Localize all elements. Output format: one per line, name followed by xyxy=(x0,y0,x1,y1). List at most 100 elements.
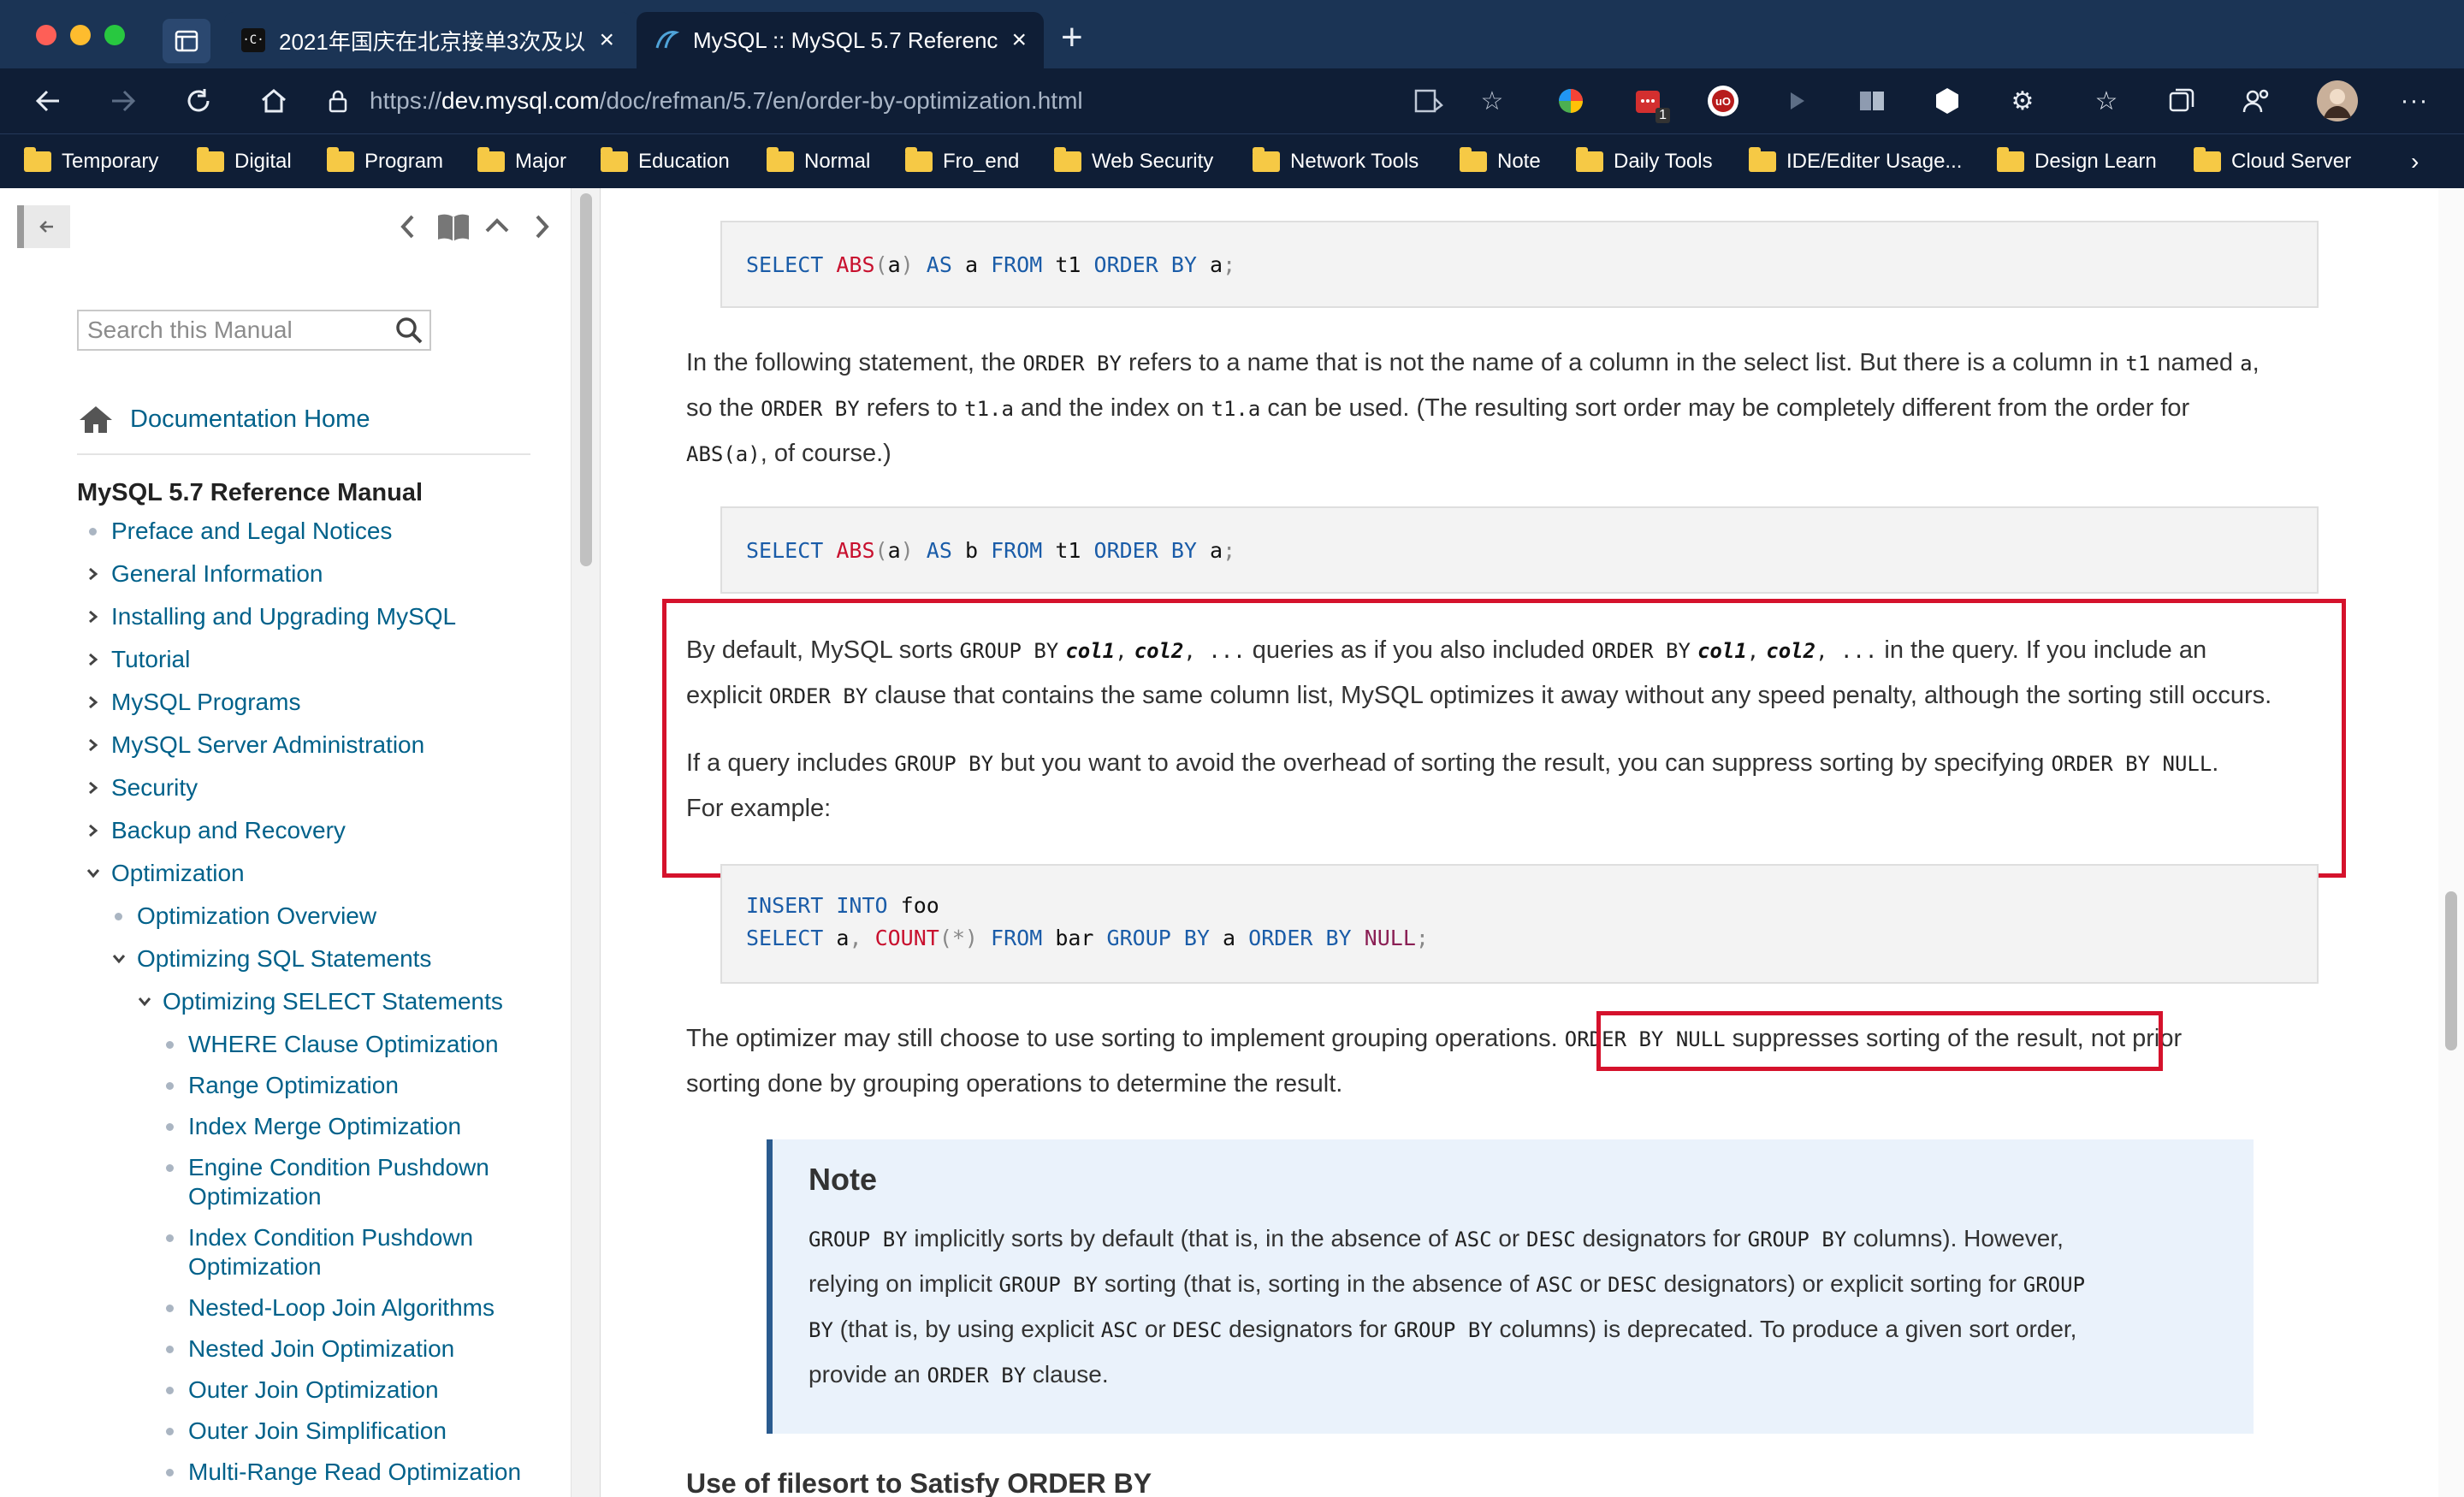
tab-close-icon[interactable]: × xyxy=(1011,27,1027,53)
chevron-down-icon[interactable] xyxy=(111,951,127,967)
text: or xyxy=(1573,1270,1608,1297)
tab-actions-button[interactable] xyxy=(163,19,210,63)
code-token: AS xyxy=(926,252,952,277)
toc-item[interactable]: Engine Condition Pushdown Optimization xyxy=(166,1153,489,1211)
search-manual-input[interactable]: Search this Manual xyxy=(77,310,431,351)
manual-contents-button[interactable] xyxy=(436,210,471,247)
toc-item[interactable]: Preface and Legal Notices xyxy=(89,517,392,546)
chevron-down-icon[interactable] xyxy=(86,866,101,881)
toc-item[interactable]: WHERE Clause Optimization xyxy=(166,1030,499,1059)
bookmark-folder[interactable]: Education xyxy=(601,146,730,177)
play-button[interactable] xyxy=(1778,82,1815,120)
favorites-button[interactable]: ☆ xyxy=(2088,82,2125,120)
search-icon[interactable] xyxy=(394,315,424,346)
close-window-button[interactable] xyxy=(36,25,56,45)
previous-page-button[interactable] xyxy=(397,212,419,246)
content-scrollbar-thumb[interactable] xyxy=(2445,891,2457,1050)
bookmark-folder[interactable]: Temporary xyxy=(24,146,158,177)
collections-button[interactable] xyxy=(2163,82,2200,120)
extensions-button[interactable]: ⚙ xyxy=(2004,82,2041,120)
bookmark-folder[interactable]: Major xyxy=(477,146,566,177)
toc-item[interactable]: MySQL Programs xyxy=(89,688,300,717)
lock-icon[interactable] xyxy=(325,88,351,114)
toc-item[interactable]: Installing and Upgrading MySQL xyxy=(89,602,456,631)
bookmark-folder[interactable]: Network Tools xyxy=(1253,146,1419,177)
next-page-button[interactable] xyxy=(530,212,553,246)
toc-item[interactable]: Tutorial xyxy=(89,645,190,674)
extension-todo-button[interactable]: 1 xyxy=(1629,82,1670,123)
bookmark-folder[interactable]: IDE/Editer Usage... xyxy=(1749,146,1962,177)
tab-active[interactable]: MySQL :: MySQL 5.7 Reference Manual × xyxy=(637,12,1044,68)
add-favorite-button[interactable]: ☆ xyxy=(1473,82,1511,120)
home-button[interactable] xyxy=(253,80,294,121)
toc-item[interactable]: Nested Join Optimization xyxy=(166,1334,454,1364)
toc-item[interactable]: Nested-Loop Join Algorithms xyxy=(166,1293,495,1322)
toc-item[interactable]: MySQL Server Administration xyxy=(89,731,424,760)
toc-item[interactable]: Outer Join Simplification xyxy=(166,1417,447,1446)
documentation-home-link[interactable]: Documentation Home xyxy=(77,404,370,435)
bookmarks-overflow-button[interactable]: › xyxy=(2411,146,2419,177)
extension-book-button[interactable] xyxy=(1853,82,1891,120)
chevron-right-icon[interactable] xyxy=(86,780,101,796)
extension-color-button[interactable] xyxy=(1552,82,1590,120)
forward-button[interactable] xyxy=(103,80,144,121)
code-line: SELECT a, COUNT(*) FROM bar GROUP BY a O… xyxy=(746,922,2317,955)
chevron-right-icon[interactable] xyxy=(86,823,101,838)
toc-item[interactable]: Index Condition Pushdown Optimization xyxy=(166,1223,473,1281)
zoom-window-button[interactable] xyxy=(104,25,125,45)
bookmark-folder[interactable]: Cloud Server xyxy=(2194,146,2351,177)
bookmark-folder[interactable]: Design Learn xyxy=(1997,146,2157,177)
toc-item[interactable]: Backup and Recovery xyxy=(89,816,346,845)
toc-item[interactable]: Multi-Range Read Optimization xyxy=(166,1458,521,1487)
toc-item[interactable]: General Information xyxy=(89,559,323,589)
profile-sync-button[interactable] xyxy=(2238,82,2276,120)
bookmark-label: Fro_end xyxy=(943,150,1020,173)
back-button[interactable] xyxy=(27,80,68,121)
text: . xyxy=(2212,749,2219,777)
bookmark-folder[interactable]: Digital xyxy=(197,146,292,177)
chevron-down-icon[interactable] xyxy=(137,994,152,1009)
browser-chrome: ·C· 2021年国庆在北京接单3次及以上 × MySQL :: MySQL 5… xyxy=(0,0,2464,188)
extension-hex-button[interactable] xyxy=(1928,82,1966,120)
bookmark-folder[interactable]: Fro_end xyxy=(905,146,1019,177)
new-tab-button[interactable]: + xyxy=(1061,19,1083,56)
toc-item[interactable]: Range Optimization xyxy=(166,1071,399,1100)
bookmark-label: Cloud Server xyxy=(2231,150,2352,173)
toc-item[interactable]: Optimizing SELECT Statements xyxy=(138,987,503,1016)
up-level-button[interactable] xyxy=(483,212,512,242)
note-box: Note GROUP BY implicitly sorts by defaul… xyxy=(767,1139,2254,1434)
bullet-icon xyxy=(89,528,97,535)
bookmark-folder[interactable]: Note xyxy=(1460,146,1541,177)
more-menu-button[interactable]: ··· xyxy=(2396,82,2433,120)
toc-item[interactable]: Index Merge Optimization xyxy=(166,1112,461,1141)
bookmark-folder[interactable]: Web Security xyxy=(1054,146,1213,177)
tab-inactive[interactable]: ·C· 2021年国庆在北京接单3次及以上 × xyxy=(224,12,631,68)
minimize-window-button[interactable] xyxy=(70,25,91,45)
toc-item[interactable]: Outer Join Optimization xyxy=(166,1376,439,1405)
toc-item[interactable]: Optimization xyxy=(86,859,245,888)
chevron-right-icon[interactable] xyxy=(86,566,101,582)
bookmark-folder[interactable]: Program xyxy=(327,146,443,177)
toc-item[interactable]: Optimization Overview xyxy=(115,902,376,931)
chevron-right-icon[interactable] xyxy=(86,737,101,753)
tab-close-icon[interactable]: × xyxy=(599,27,614,53)
reload-button[interactable] xyxy=(178,80,219,121)
highlight-box-small xyxy=(1596,1011,2163,1071)
chevron-right-icon[interactable] xyxy=(86,609,101,624)
bookmark-folder[interactable]: Normal xyxy=(767,146,870,177)
address-bar[interactable]: https://dev.mysql.com/doc/refman/5.7/en/… xyxy=(325,77,1506,125)
bookmark-folder[interactable]: Daily Tools xyxy=(1576,146,1713,177)
reader-view-button[interactable] xyxy=(1410,82,1448,120)
ublock-button[interactable]: uO xyxy=(1704,82,1742,120)
collapse-sidebar-button[interactable] xyxy=(17,205,70,248)
toc-item[interactable]: Optimizing SQL Statements xyxy=(112,944,431,973)
sidebar-scrollbar-thumb[interactable] xyxy=(580,193,592,566)
profile-avatar[interactable] xyxy=(2317,80,2358,121)
toc-item[interactable]: Security xyxy=(89,773,198,802)
chevron-right-icon[interactable] xyxy=(86,695,101,710)
chevron-right-icon[interactable] xyxy=(86,652,101,667)
text: designators) or explicit sorting for xyxy=(1656,1270,2023,1297)
code-token: , xyxy=(849,926,862,950)
sync-people-icon xyxy=(2242,89,2269,113)
content-scrollbar[interactable] xyxy=(2438,188,2464,1497)
